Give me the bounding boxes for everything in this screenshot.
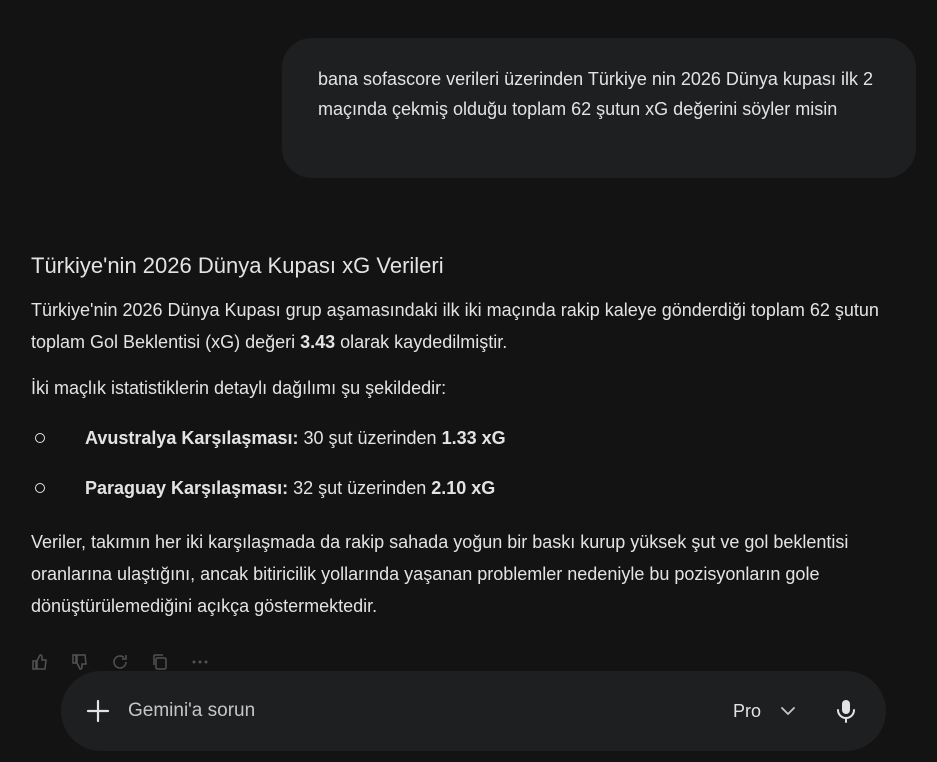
- thumbs-up-icon[interactable]: [30, 652, 50, 672]
- response-conclusion: Veriler, takımın her iki karşılaşmada da…: [31, 532, 849, 616]
- breakdown-intro: İki maçlık istatistiklerin detaylı dağıl…: [31, 378, 447, 398]
- match-detail: 30 şut üzerinden: [298, 428, 442, 448]
- intro-text-end: olarak kaydedilmiştir.: [335, 332, 508, 352]
- list-item: Avustralya Karşılaşması: 30 şut üzerinde…: [31, 422, 921, 454]
- bullet-circle-icon: [35, 433, 45, 443]
- response-title: Türkiye'nin 2026 Dünya Kupası xG Veriler…: [31, 253, 444, 278]
- regenerate-icon[interactable]: [110, 652, 130, 672]
- model-mode-label[interactable]: Pro: [733, 697, 761, 725]
- match-label: Paraguay Karşılaşması:: [85, 478, 289, 498]
- thumbs-down-icon[interactable]: [70, 652, 90, 672]
- copy-icon[interactable]: [150, 652, 170, 672]
- chevron-down-icon[interactable]: [778, 701, 798, 721]
- match-label: Avustralya Karşılaşması:: [85, 428, 299, 448]
- response-intro: Türkiye'nin 2026 Dünya Kupası grup aşama…: [31, 294, 921, 358]
- user-message-text: bana sofascore verileri üzerinden Türkiy…: [318, 69, 873, 119]
- prompt-placeholder[interactable]: Gemini'a sorun: [128, 697, 255, 725]
- microphone-icon[interactable]: [834, 698, 858, 724]
- prompt-input-bar[interactable]: Gemini'a sorun Pro: [61, 671, 886, 751]
- bullet-circle-icon: [35, 483, 45, 493]
- user-message-bubble: bana sofascore verileri üzerinden Türkiy…: [282, 38, 916, 178]
- match-xg: 1.33 xG: [441, 428, 506, 448]
- list-item: Paraguay Karşılaşması: 32 şut üzerinden …: [31, 472, 921, 504]
- intro-xg-value: 3.43: [300, 332, 336, 352]
- match-xg: 2.10 xG: [431, 478, 496, 498]
- plus-icon[interactable]: [85, 698, 111, 724]
- match-list: Avustralya Karşılaşması: 30 şut üzerinde…: [31, 422, 921, 504]
- assistant-response: Türkiye'nin 2026 Dünya Kupası xG Veriler…: [31, 250, 921, 622]
- more-options-icon[interactable]: [190, 652, 210, 672]
- match-detail: 32 şut üzerinden: [288, 478, 432, 498]
